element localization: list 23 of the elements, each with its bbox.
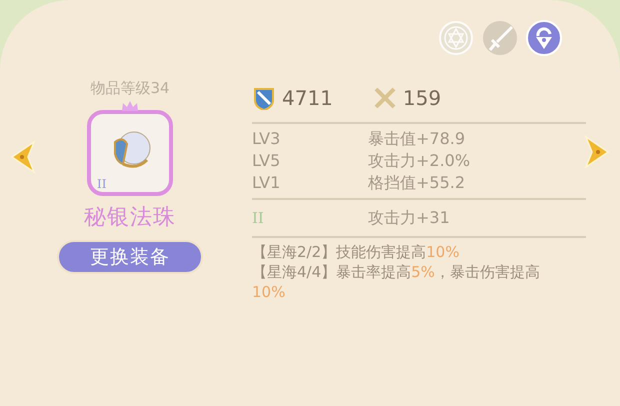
shield-icon (252, 86, 276, 110)
set-bonus-text: 【星海4/4】暴击率提高5%，暴击伤害提高 10% (252, 262, 541, 302)
power-value: 159 (402, 85, 442, 112)
sword-icon[interactable] (482, 20, 518, 56)
attribute-effect: 格挡值+55.2 (368, 172, 466, 194)
attribute-effect: 暴击值+78.9 (368, 128, 466, 150)
attribute-level: LV1 (252, 172, 282, 194)
item-tier-label: II (97, 177, 106, 191)
power-value: 4711 (282, 85, 333, 112)
item-level-label: 物品等级34 (90, 78, 170, 98)
set-bonus-text: 【星海2/2】技能伤害提高10% (252, 242, 460, 262)
tier-effect: 攻击力+31 (368, 207, 450, 229)
lock-icon[interactable] (526, 20, 562, 56)
swords-icon (372, 86, 397, 110)
change-equipment-button[interactable]: 更换装备 (57, 240, 203, 274)
tier-label: II (252, 208, 265, 229)
crown-icon (121, 100, 139, 112)
right-arrow-icon[interactable] (584, 135, 612, 169)
attribute-level: LV3 (252, 128, 282, 150)
attribute-effect: 攻击力+2.0% (368, 150, 470, 172)
item-name: 秘银法珠 (84, 204, 176, 232)
left-arrow-icon[interactable] (8, 140, 36, 174)
attribute-level: LV5 (252, 150, 282, 172)
